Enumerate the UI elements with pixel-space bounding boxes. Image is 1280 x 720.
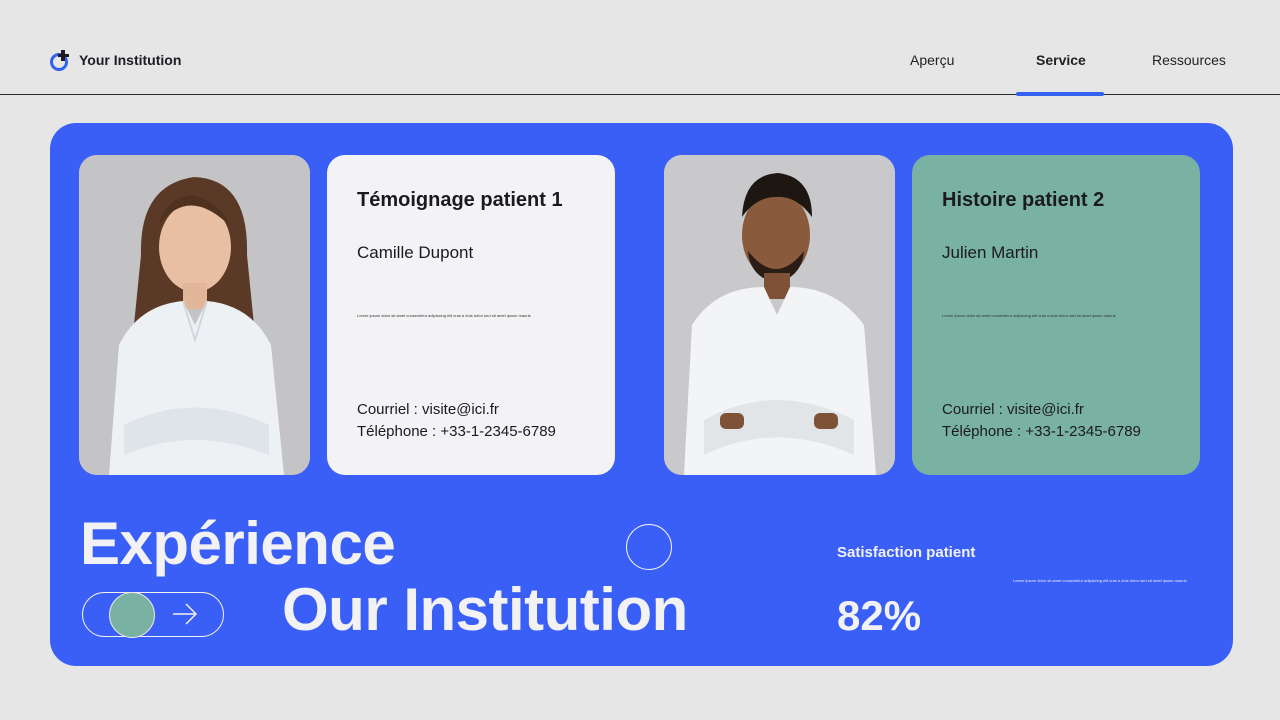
testimonial-card-1: Témoignage patient 1 Camille Dupont Lore… xyxy=(327,155,615,475)
patient-name: Julien Martin xyxy=(942,243,1039,262)
headline-line-2: Our Institution xyxy=(282,576,688,643)
testimonial-panel: Témoignage patient 1 Camille Dupont Lore… xyxy=(50,123,1233,666)
contact-email[interactable]: Courriel : visite@ici.fr xyxy=(942,401,1084,418)
card-body-text: Lorem ipsum dolor sit amet consectetur a… xyxy=(942,313,1116,318)
next-toggle-button[interactable] xyxy=(82,592,224,638)
card-title: Histoire patient 2 xyxy=(942,189,1105,211)
nav-item-apercu[interactable]: Aperçu xyxy=(910,52,954,68)
card-body-text: Lorem ipsum dolor sit amet consectetur a… xyxy=(357,313,531,318)
patient-name: Camille Dupont xyxy=(357,243,474,262)
nav-item-ressources[interactable]: Ressources xyxy=(1152,52,1226,68)
contact-phone[interactable]: Téléphone : +33-1-2345-6789 xyxy=(942,423,1141,440)
stat-description: Lorem ipsum dolor sit amet consectetur a… xyxy=(1013,578,1187,583)
active-tab-indicator xyxy=(1016,92,1104,96)
brand-name: Your Institution xyxy=(79,51,182,68)
contact-email[interactable]: Courriel : visite@ici.fr xyxy=(357,401,499,418)
top-header: Your Institution Aperçu Service Ressourc… xyxy=(0,0,1280,96)
decorative-circle xyxy=(626,524,672,570)
man-portrait-photo xyxy=(664,155,895,475)
stat-value: 82% xyxy=(837,592,922,639)
headline-line-1: Expérience xyxy=(80,510,396,577)
testimonial-card-2: Histoire patient 2 Julien Martin Lorem i… xyxy=(912,155,1200,475)
brand[interactable]: Your Institution xyxy=(50,50,182,71)
arrow-right-icon xyxy=(173,603,198,625)
medical-cross-icon xyxy=(50,50,69,71)
contact-phone[interactable]: Téléphone : +33-1-2345-6789 xyxy=(357,423,556,440)
nav-item-service[interactable]: Service xyxy=(1036,52,1086,68)
toggle-knob xyxy=(109,592,155,638)
stat-label: Satisfaction patient xyxy=(837,544,976,561)
card-title: Témoignage patient 1 xyxy=(357,189,563,211)
woman-portrait-photo xyxy=(79,155,310,475)
